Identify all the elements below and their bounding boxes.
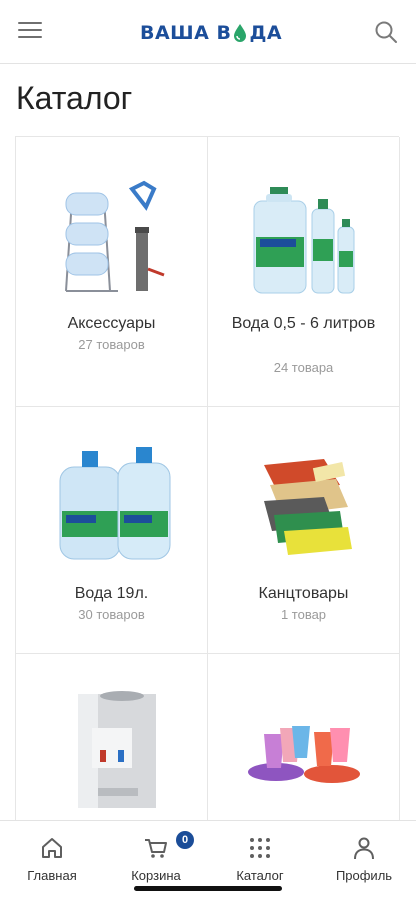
category-title: Аксессуары: [67, 315, 156, 332]
app-header: ВАША В ДА: [0, 0, 416, 64]
nav-home[interactable]: Главная: [0, 821, 104, 900]
category-count: 24 товара: [273, 360, 334, 375]
accessories-image: [65, 180, 165, 292]
bottled-water-image: [253, 187, 355, 294]
grid-icon: [250, 838, 270, 858]
category-card-water-19l[interactable]: Вода 19л. 30 товаров: [16, 407, 208, 654]
category-title: Вода 19л.: [74, 585, 149, 602]
category-card-accessories[interactable]: Аксессуары 27 товаров: [16, 137, 208, 407]
logo-text-left: ВАША В: [140, 22, 232, 44]
category-title: Канцтовары: [258, 585, 349, 602]
home-icon: [42, 838, 62, 858]
stationery-image: [264, 459, 352, 555]
water-19l-image: [59, 447, 171, 560]
user-icon: [354, 837, 374, 860]
category-count: 30 товаров: [78, 607, 145, 622]
menu-icon[interactable]: [18, 22, 42, 42]
home-indicator: [134, 886, 282, 891]
logo-text-right: ДА: [249, 22, 283, 44]
water-drop-icon: [234, 24, 247, 42]
category-card-water-small[interactable]: Вода 0,5 - 6 литров 24 товара: [208, 137, 400, 407]
water-cooler-image: [78, 691, 156, 808]
page-title: Каталог: [16, 80, 133, 116]
cart-icon: [145, 839, 167, 858]
category-count: 1 товар: [280, 607, 327, 622]
category-title: Вода 0,5 - 6 литров: [231, 315, 376, 332]
nav-profile[interactable]: Профиль: [312, 821, 416, 900]
brand-logo[interactable]: ВАША В ДА: [140, 20, 282, 46]
nav-label: Главная: [27, 868, 77, 883]
disposable-tableware-image: [248, 726, 360, 783]
search-icon[interactable]: [374, 20, 398, 44]
nav-label: Корзина: [131, 868, 181, 883]
nav-label: Каталог: [236, 868, 284, 883]
category-count: 27 товаров: [78, 337, 145, 352]
nav-label: Профиль: [335, 868, 393, 883]
cart-count-badge: 0: [176, 831, 194, 849]
catalog-grid: Аксессуары 27 товаров Вода 0,5 - 6 литро…: [15, 136, 400, 854]
category-card-stationery[interactable]: Канцтовары 1 товар: [208, 407, 400, 654]
